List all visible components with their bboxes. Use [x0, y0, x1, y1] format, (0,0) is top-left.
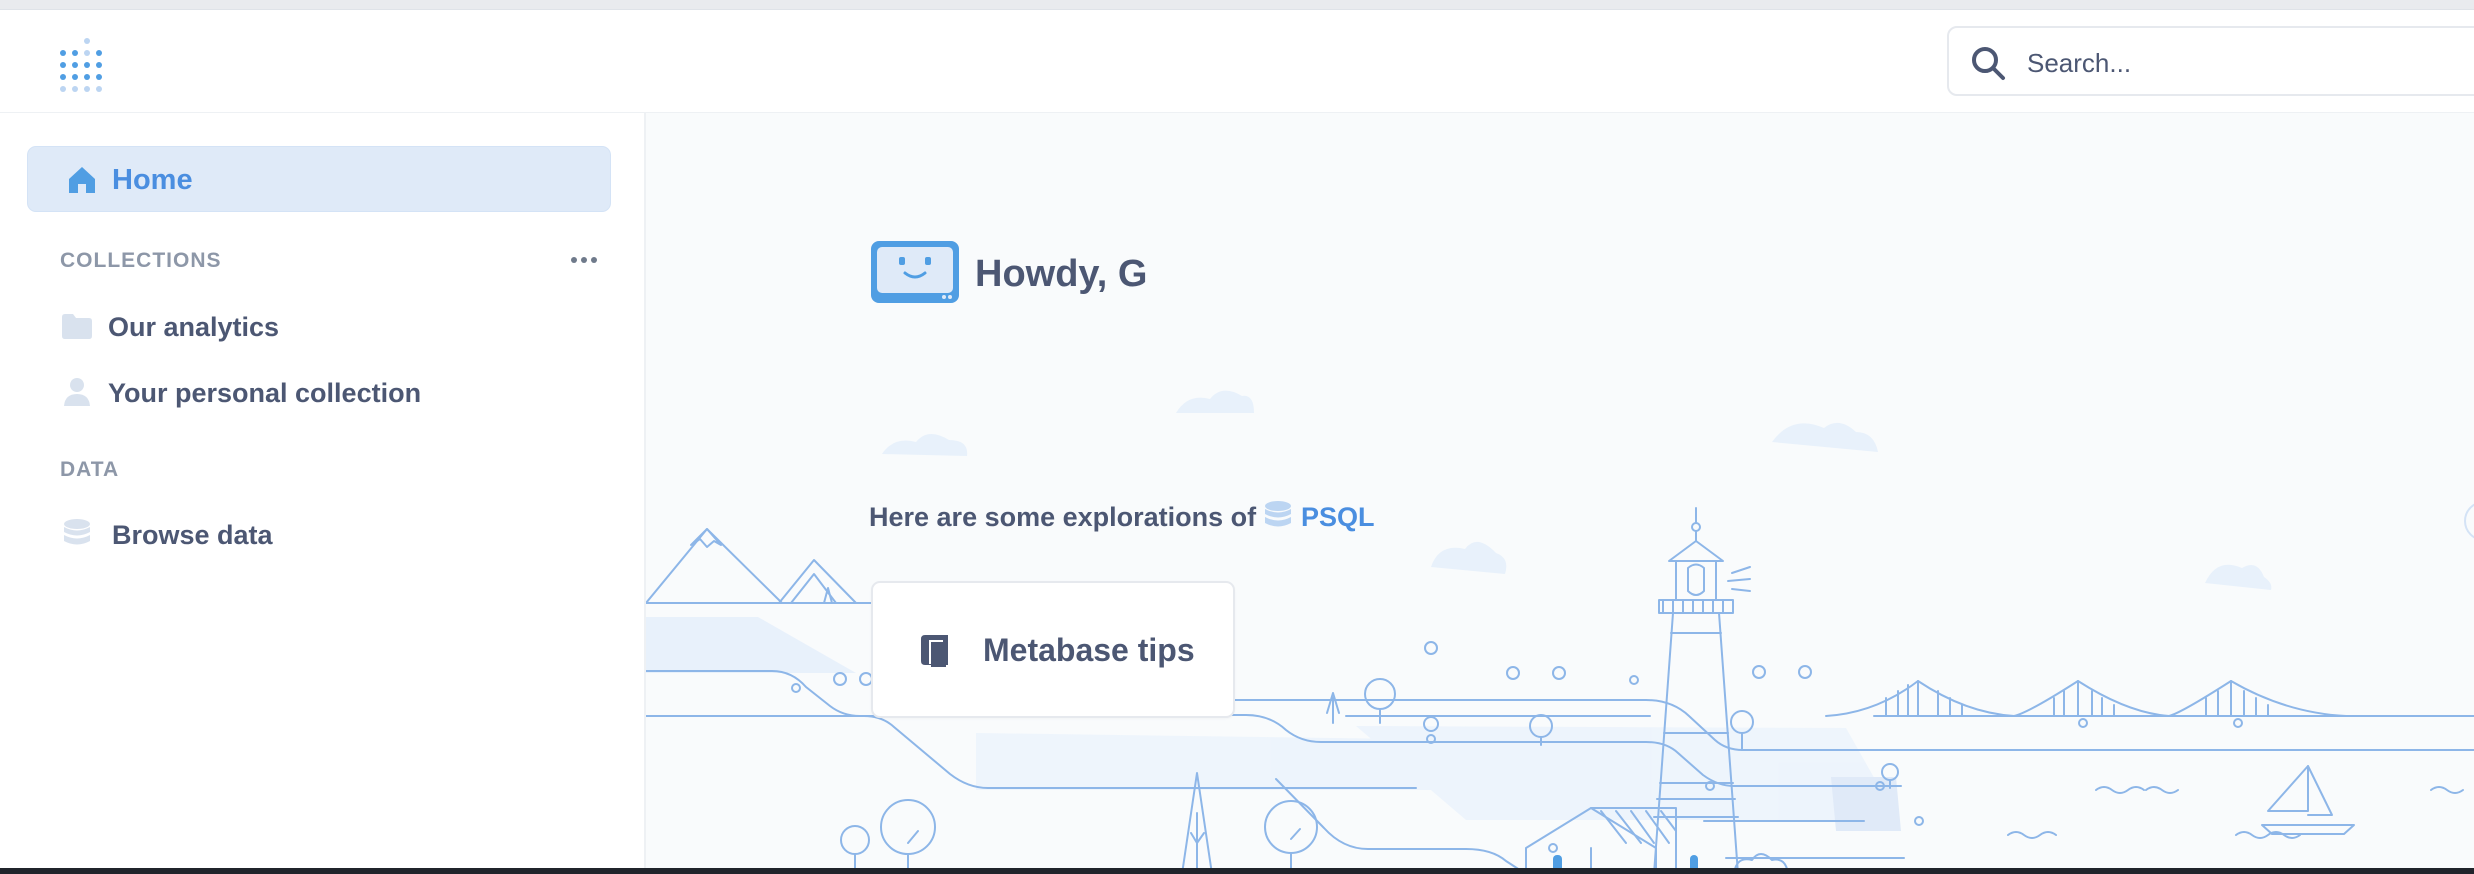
more-horizontal-icon[interactable] [566, 243, 602, 277]
greeting-text: Howdy, G [975, 253, 1148, 295]
collections-section-title: COLLECTIONS [60, 249, 222, 272]
search-icon [1969, 44, 2007, 82]
sidebar-item-personal-collection[interactable]: Your personal collection [60, 371, 610, 415]
browser-bottom-edge [0, 868, 2474, 874]
bot-face-icon [869, 239, 961, 307]
top-navigation [0, 10, 2474, 114]
data-section-title: DATA [60, 458, 120, 481]
tip-card-label: Metabase tips [983, 632, 1195, 668]
home-icon [66, 164, 98, 196]
metabase-tips-card[interactable]: Metabase tips [871, 581, 1235, 718]
sidebar-item-home[interactable]: Home [27, 146, 611, 212]
sidebar-item-our-analytics[interactable]: Our analytics [60, 305, 610, 349]
search-input[interactable] [2025, 40, 2449, 86]
sidebar-item-label: Your personal collection [108, 378, 422, 408]
sidebar-item-label: Home [112, 164, 193, 196]
database-link[interactable]: PSQL [1301, 501, 1375, 533]
sidebar-item-browse-data[interactable]: Browse data [60, 513, 610, 557]
browser-top-edge [0, 0, 2474, 10]
folder-icon [60, 309, 94, 343]
home-main-content: Howdy, G Here are some explorations of P… [646, 113, 2474, 874]
search-box[interactable] [1947, 26, 2474, 96]
metabase-logo-icon[interactable] [56, 36, 112, 100]
sidebar: Home COLLECTIONS Our analytics Your pers… [0, 113, 646, 874]
sidebar-item-label: Browse data [112, 520, 273, 550]
greeting-row: Howdy, G [869, 239, 1289, 309]
database-icon [60, 517, 94, 551]
explorations-heading: Here are some explorations of PSQL [869, 497, 1429, 539]
metabase-page: Home COLLECTIONS Our analytics [0, 0, 2474, 874]
lighthouse-landscape-illustration [646, 390, 2474, 874]
explorations-prefix: Here are some explorations of [869, 502, 1257, 532]
person-icon [60, 375, 94, 409]
database-icon [1261, 499, 1295, 533]
book-icon [917, 631, 953, 669]
sidebar-item-label: Our analytics [108, 312, 280, 342]
